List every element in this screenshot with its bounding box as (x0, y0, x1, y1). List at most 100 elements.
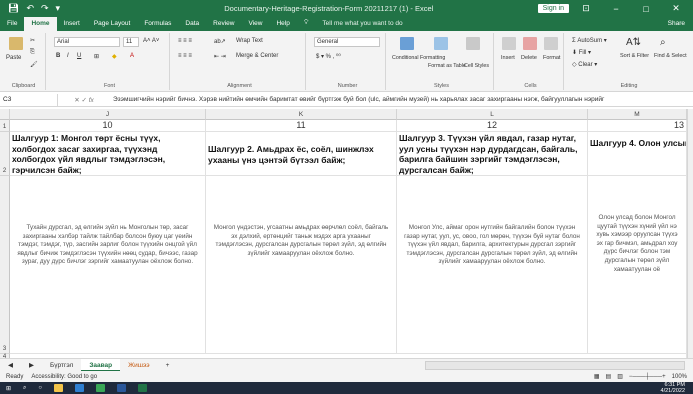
autosum-button[interactable]: Σ AutoSum ▾ (572, 37, 607, 44)
zoom-slider[interactable]: −───┼───+ (629, 374, 666, 380)
start-icon[interactable]: ⊞ (6, 385, 11, 392)
borders-icon[interactable]: ⊞ (94, 53, 99, 60)
conditional-formatting-icon[interactable] (400, 37, 414, 50)
word-icon[interactable] (117, 384, 127, 392)
cell-styles-button[interactable]: Cell Styles (464, 63, 489, 69)
font-color-icon[interactable]: A (130, 53, 134, 59)
orientation-icon[interactable]: ab↗ (214, 38, 226, 45)
name-box[interactable]: C3 (0, 93, 58, 106)
sheet-tab-zaavar[interactable]: Заавар (81, 358, 121, 372)
column-header-l[interactable]: L (397, 109, 588, 120)
row-header-1[interactable]: 1 (0, 120, 10, 132)
horizontal-scrollbar[interactable] (425, 360, 685, 370)
tab-view[interactable]: View (241, 17, 269, 31)
find-select-icon[interactable]: ⌕ (660, 37, 666, 48)
clear-button[interactable]: ◇ Clear ▾ (572, 61, 597, 68)
tell-me-search[interactable]: Tell me what you want to do (315, 17, 409, 31)
customize-qat-icon[interactable]: ▾ (56, 3, 61, 14)
ribbon-display-icon[interactable]: ⊡ (573, 3, 599, 14)
insert-cells-icon[interactable] (502, 37, 516, 50)
add-sheet-button[interactable]: + (158, 359, 178, 372)
share-button[interactable]: Share (661, 17, 693, 31)
cell-l1[interactable]: 12 (397, 120, 588, 132)
format-table-button[interactable]: Format as Table (428, 63, 466, 69)
fx-icon[interactable]: ✕ ✓ fx (58, 96, 110, 104)
row-header-2[interactable]: 2 (0, 132, 10, 176)
currency-icon[interactable]: $ ▾ % , ⁰⁰ (316, 53, 341, 60)
chrome-icon[interactable] (96, 384, 106, 392)
system-clock[interactable]: 6:31 PM 4/21/2022 (661, 382, 693, 394)
redo-icon[interactable]: ↷ (41, 3, 49, 14)
italic-icon[interactable]: I (67, 53, 69, 59)
sort-filter-button[interactable]: Sort & Filter (620, 53, 649, 59)
format-table-icon[interactable] (434, 37, 448, 50)
column-header-m[interactable]: M (588, 109, 687, 120)
select-all-corner[interactable] (0, 109, 10, 120)
sign-in-button[interactable]: Sign in (537, 4, 569, 13)
cell-l3[interactable]: Монгол Улс, аймаг орон нутгийн байгалийн… (397, 176, 588, 354)
conditional-formatting-button[interactable]: Conditional Formatting (392, 55, 445, 61)
minimize-button[interactable]: − (603, 4, 629, 14)
excel-icon[interactable] (138, 384, 148, 392)
delete-cells-icon[interactable] (523, 37, 537, 50)
cell-styles-icon[interactable] (466, 37, 480, 50)
cell-j3[interactable]: Тухайн дурсгал, эд өлгийн зүйл нь Монгол… (10, 176, 206, 354)
tab-data[interactable]: Data (178, 17, 206, 31)
tab-review[interactable]: Review (206, 17, 241, 31)
accessibility-status[interactable]: Accessibility: Good to go (31, 374, 97, 380)
paste-icon[interactable] (9, 37, 23, 50)
page-layout-view-icon[interactable]: ▤ (606, 373, 612, 380)
tab-insert[interactable]: Insert (57, 17, 87, 31)
zoom-level[interactable]: 100% (672, 374, 687, 380)
sheet-tab-jishee[interactable]: Жишээ (120, 359, 157, 372)
tab-formulas[interactable]: Formulas (137, 17, 178, 31)
restore-button[interactable]: □ (633, 4, 659, 14)
cell-j2[interactable]: Шалгуур 1: Монгол төрт ёсны түүх, холбог… (10, 132, 206, 176)
format-button[interactable]: Format (543, 55, 560, 61)
tab-file[interactable]: File (0, 17, 24, 31)
format-cells-icon[interactable] (544, 37, 558, 50)
normal-view-icon[interactable]: ▦ (594, 373, 600, 380)
sheet-nav-prev-icon[interactable]: ◀ (0, 359, 21, 372)
worksheet-grid[interactable]: J K L M 1 2 3 4 5 6 10 11 12 13 Шалгуур … (0, 109, 687, 374)
cell-m1[interactable]: 13 (588, 120, 687, 132)
merge-center-button[interactable]: Merge & Center (236, 53, 278, 59)
formula-input[interactable]: Эзэмшигчийн нэрийг бичнэ. Хэрэв нийтийн … (110, 96, 693, 103)
column-header-j[interactable]: J (10, 109, 206, 120)
row-header-3[interactable]: 3 (0, 176, 10, 354)
delete-button[interactable]: Delete (521, 55, 537, 61)
format-painter-icon[interactable]: 🖌︎ (30, 61, 38, 68)
cell-k2[interactable]: Шалгуур 2. Амьдрах ёс, соёл, шинжлэх уха… (206, 132, 397, 176)
top-align-icon[interactable]: ≡ ≡ ≡ (178, 38, 192, 44)
indent-icon[interactable]: ⇤ ⇥ (214, 53, 226, 60)
fill-button[interactable]: ⬇ Fill ▾ (572, 49, 591, 56)
bold-icon[interactable]: B (56, 53, 60, 59)
save-icon[interactable]: 💾︎ (8, 3, 19, 14)
underline-icon[interactable]: U (77, 53, 81, 59)
vertical-scrollbar[interactable] (687, 109, 693, 358)
number-format-select[interactable]: General (314, 37, 380, 47)
cell-j1[interactable]: 10 (10, 120, 206, 132)
sort-filter-icon[interactable]: A⇅ (626, 37, 641, 48)
cell-k1[interactable]: 11 (206, 120, 397, 132)
paste-button[interactable]: Paste (6, 55, 21, 61)
undo-icon[interactable]: ↶ (26, 3, 34, 14)
wrap-text-button[interactable]: Wrap Text (236, 38, 263, 44)
tab-home[interactable]: Home (24, 17, 57, 31)
insert-button[interactable]: Insert (501, 55, 515, 61)
file-explorer-icon[interactable] (54, 384, 64, 392)
font-name-select[interactable]: Arial (54, 37, 120, 47)
tab-page-layout[interactable]: Page Layout (87, 17, 138, 31)
cut-icon[interactable]: ✂ (30, 37, 35, 44)
column-header-k[interactable]: K (206, 109, 397, 120)
edge-icon[interactable] (75, 384, 85, 392)
sheet-nav-next-icon[interactable]: ▶ (21, 359, 42, 372)
find-select-button[interactable]: Find & Select (654, 53, 687, 59)
close-button[interactable]: ✕ (663, 3, 689, 14)
cell-k3[interactable]: Монгол үндэстэн, угсаатны амьдрах өөрчлө… (206, 176, 397, 354)
page-break-view-icon[interactable]: ▥ (617, 373, 623, 380)
left-align-icon[interactable]: ≡ ≡ ≡ (178, 53, 192, 59)
task-view-icon[interactable]: ○ (38, 385, 42, 391)
cell-l2[interactable]: Шалгуур 3. Түүхэн үйл явдал, газар нутаг… (397, 132, 588, 176)
font-grow-icon[interactable]: A˄ A˅ (143, 38, 159, 44)
